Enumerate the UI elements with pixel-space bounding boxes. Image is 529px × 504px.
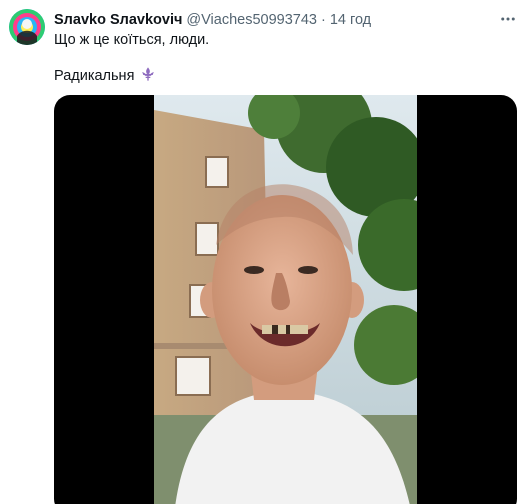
video-player[interactable]	[154, 95, 417, 504]
tweet-text-line2-label: Радикальня	[54, 68, 135, 84]
tweet-header: Ѕлavko Ѕлavkoviч @Viaches50993743 · 14 г…	[54, 10, 371, 30]
avatar[interactable]	[9, 9, 45, 45]
separator-dot: ·	[320, 12, 326, 28]
tweet-text-line2: Радикальня	[54, 66, 156, 86]
tweet-media[interactable]	[54, 95, 517, 504]
fleur-de-lis-icon	[140, 66, 156, 82]
author-handle[interactable]: @Viaches50993743	[186, 10, 317, 30]
video-thumbnail	[154, 95, 417, 504]
more-button[interactable]	[497, 8, 519, 30]
tweet-card[interactable]: Ѕлavko Ѕлavkoviч @Viaches50993743 · 14 г…	[0, 0, 529, 504]
author-display-name[interactable]: Ѕлavko Ѕлavkoviч	[54, 10, 182, 30]
more-horizontal-icon	[501, 17, 515, 21]
avatar-image	[9, 9, 45, 45]
timestamp[interactable]: 14 год	[330, 10, 371, 30]
tweet-text-line1: Що ж це коїться, люди.	[54, 32, 210, 48]
